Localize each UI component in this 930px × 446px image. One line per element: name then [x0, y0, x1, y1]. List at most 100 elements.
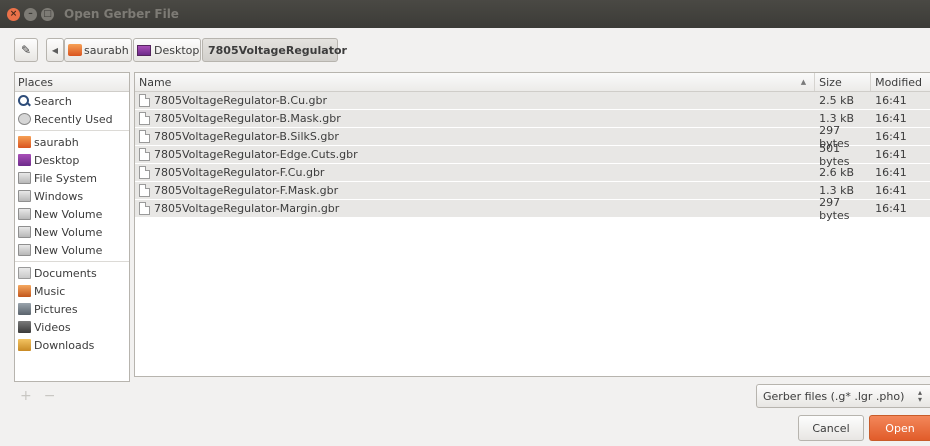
sidebar-item-new-volume[interactable]: New Volume	[15, 241, 129, 259]
column-header-modified[interactable]: Modified	[871, 73, 930, 91]
path-back-button[interactable]: ◀	[46, 38, 64, 62]
file-modified: 16:41	[875, 166, 907, 179]
sidebar-item-label: Pictures	[34, 302, 78, 316]
file-modified: 16:41	[875, 148, 907, 161]
breadcrumb-label: saurabh	[84, 43, 129, 57]
column-header-label: Name	[139, 75, 172, 89]
sidebar-item-label: New Volume	[34, 207, 103, 221]
pictures-icon	[18, 303, 31, 315]
file-list: Name ▲ Size Modified 7805VoltageRegulato…	[134, 72, 930, 377]
cancel-button[interactable]: Cancel	[798, 415, 864, 441]
file-icon	[139, 148, 150, 161]
file-row[interactable]: 7805VoltageRegulator-B.SilkS.gbr 297 byt…	[135, 124, 930, 150]
file-name: 7805VoltageRegulator-F.Mask.gbr	[154, 184, 339, 197]
sidebar-item-music[interactable]: Music	[15, 282, 129, 300]
sidebar-item-label: Windows	[34, 189, 84, 203]
sidebar-item-search[interactable]: Search	[15, 92, 129, 110]
file-row[interactable]: 7805VoltageRegulator-F.Mask.gbr 1.3 kB 1…	[135, 182, 930, 200]
drive-icon	[18, 172, 31, 184]
column-header-name[interactable]: Name ▲	[135, 73, 816, 91]
drive-icon	[18, 208, 31, 220]
file-size: 297 bytes	[819, 195, 850, 222]
column-header-label: Size	[819, 75, 842, 89]
sidebar-item-saurabh[interactable]: saurabh	[15, 133, 129, 151]
minimize-icon[interactable]: –	[24, 7, 37, 21]
close-icon[interactable]: ×	[7, 7, 20, 21]
drive-icon	[18, 244, 31, 256]
column-header-size[interactable]: Size	[815, 73, 872, 91]
sidebar-item-file-system[interactable]: File System	[15, 169, 129, 187]
title-bar: × – □ Open Gerber File	[0, 0, 930, 28]
add-bookmark-button[interactable]: +	[20, 388, 32, 404]
file-icon	[139, 112, 150, 125]
sidebar-item-new-volume[interactable]: New Volume	[15, 223, 129, 241]
sidebar-divider	[15, 261, 129, 262]
places-header: Places	[15, 73, 129, 92]
file-name: 7805VoltageRegulator-B.SilkS.gbr	[154, 130, 339, 143]
downloads-icon	[18, 339, 31, 351]
search-icon	[18, 95, 31, 107]
sidebar-item-label: saurabh	[34, 135, 79, 149]
sort-ascending-icon: ▲	[800, 78, 807, 86]
type-location-button[interactable]: ✎	[14, 38, 38, 62]
file-row[interactable]: 7805VoltageRegulator-B.Cu.gbr 2.5 kB 16:…	[135, 92, 930, 110]
file-name: 7805VoltageRegulator-B.Mask.gbr	[154, 112, 341, 125]
home-folder-icon	[18, 136, 31, 148]
documents-icon	[18, 267, 31, 279]
column-header-label: Modified	[875, 75, 923, 89]
file-icon	[139, 202, 150, 215]
sidebar-item-label: Music	[34, 284, 66, 298]
recent-icon	[18, 113, 31, 125]
file-size: 501 bytes	[819, 141, 850, 168]
breadcrumb-label: 7805VoltageRegulator	[208, 43, 347, 57]
sidebar-item-videos[interactable]: Videos	[15, 318, 129, 336]
places-sidebar: Places Search Recently Used saurabh Desk…	[14, 72, 130, 382]
file-size: 2.6 kB	[819, 166, 855, 179]
file-row[interactable]: 7805VoltageRegulator-Margin.gbr 297 byte…	[135, 196, 930, 222]
file-size: 2.5 kB	[819, 94, 855, 107]
file-icon	[139, 184, 150, 197]
sidebar-item-documents[interactable]: Documents	[15, 264, 129, 282]
file-row[interactable]: 7805VoltageRegulator-Edge.Cuts.gbr 501 b…	[135, 142, 930, 168]
breadcrumb-saurabh[interactable]: saurabh	[64, 38, 132, 62]
file-list-header: Name ▲ Size Modified	[135, 73, 930, 92]
sidebar-item-label: Recently Used	[34, 112, 113, 126]
file-name: 7805VoltageRegulator-B.Cu.gbr	[154, 94, 328, 107]
breadcrumb-label: Desktop	[154, 43, 200, 57]
updown-arrows-icon: ▴ ▾	[917, 388, 922, 404]
places-header-label: Places	[18, 75, 53, 89]
remove-bookmark-button[interactable]: −	[44, 388, 56, 404]
chevron-left-icon: ◀	[51, 45, 59, 55]
file-name: 7805VoltageRegulator-F.Cu.gbr	[154, 166, 325, 179]
sidebar-item-label: New Volume	[34, 225, 103, 239]
bookmark-controls: + −	[20, 388, 67, 404]
pencil-icon: ✎	[20, 43, 32, 57]
drive-icon	[18, 190, 31, 202]
file-icon	[139, 94, 150, 107]
sidebar-item-label: New Volume	[34, 243, 103, 257]
breadcrumb-desktop[interactable]: Desktop	[133, 38, 201, 62]
sidebar-item-new-volume[interactable]: New Volume	[15, 205, 129, 223]
sidebar-item-label: Downloads	[34, 338, 95, 352]
breadcrumb-current-folder[interactable]: 7805VoltageRegulator	[202, 38, 347, 62]
window-title: Open Gerber File	[64, 7, 179, 21]
desktop-icon	[137, 44, 151, 56]
sidebar-item-pictures[interactable]: Pictures	[15, 300, 129, 318]
sidebar-item-recently-used[interactable]: Recently Used	[15, 110, 129, 128]
maximize-icon[interactable]: □	[41, 7, 54, 21]
file-icon	[139, 130, 150, 143]
file-name: 7805VoltageRegulator-Margin.gbr	[154, 202, 340, 215]
sidebar-item-label: Documents	[34, 266, 97, 280]
sidebar-item-downloads[interactable]: Downloads	[15, 336, 129, 354]
file-row[interactable]: 7805VoltageRegulator-B.Mask.gbr 1.3 kB 1…	[135, 110, 930, 128]
file-row[interactable]: 7805VoltageRegulator-F.Cu.gbr 2.6 kB 16:…	[135, 164, 930, 182]
home-folder-icon	[68, 44, 82, 56]
file-modified: 16:41	[875, 202, 907, 215]
drive-icon	[18, 226, 31, 238]
file-type-filter[interactable]: Gerber files (.g* .lgr .pho) ▴ ▾	[756, 384, 930, 408]
sidebar-divider	[15, 130, 129, 131]
sidebar-item-desktop[interactable]: Desktop	[15, 151, 129, 169]
sidebar-item-windows[interactable]: Windows	[15, 187, 129, 205]
file-icon	[139, 166, 150, 179]
open-button[interactable]: Open	[869, 415, 930, 441]
